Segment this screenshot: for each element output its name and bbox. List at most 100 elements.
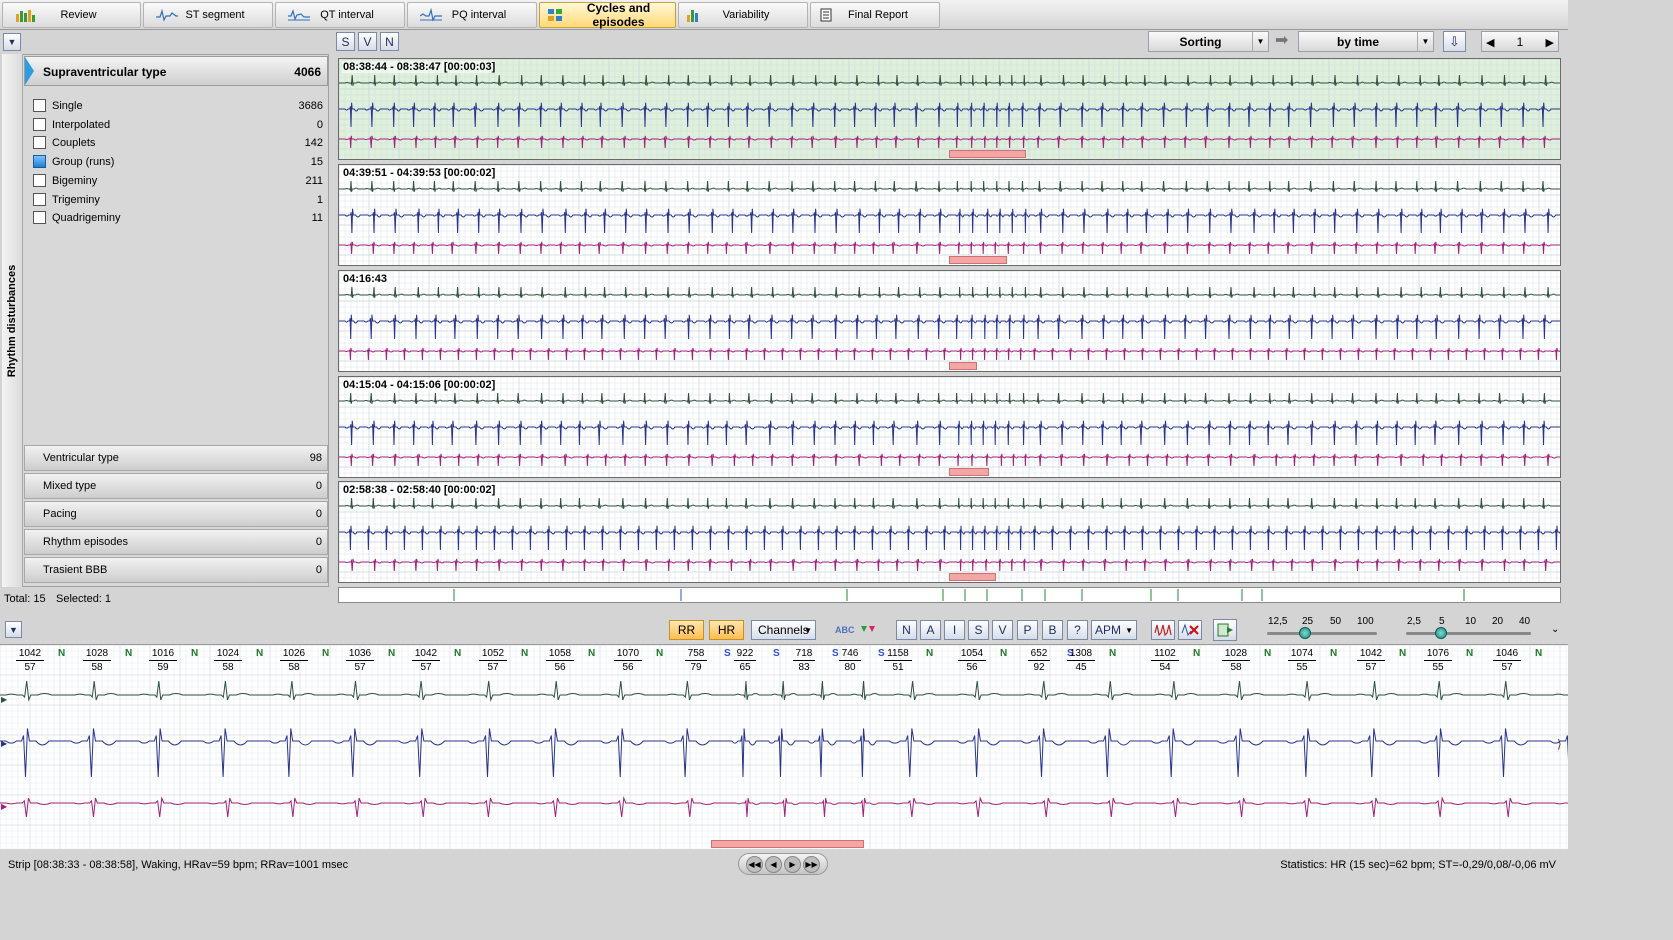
list-item-single[interactable]: Single 3686 (33, 97, 323, 114)
episode-strip-3[interactable]: 04:16:43 (338, 270, 1561, 372)
beat-v-button[interactable]: V (992, 620, 1013, 640)
vertical-tab-rhythm-disturbances[interactable]: Rhythm disturbances (2, 54, 23, 587)
rr-interval-cell: 718 83 (784, 647, 824, 674)
hr-value: 80 (844, 662, 856, 673)
category-rhythm-episodes[interactable]: Rhythm episodes 0 (24, 529, 328, 555)
sort-by-dropdown[interactable]: by time ▼ (1298, 31, 1434, 52)
beat-label[interactable]: N (1466, 648, 1473, 659)
checkbox[interactable] (33, 211, 46, 224)
filter-v-button[interactable]: V (358, 32, 377, 51)
sort-direction-button[interactable]: ⇩ (1443, 31, 1466, 52)
beat-n-button[interactable]: N (896, 620, 917, 640)
next-page-icon[interactable]: ▶ (1546, 36, 1554, 49)
beat-a-button[interactable]: A (920, 620, 941, 640)
channel-3-marker-icon: ▶ (1, 802, 8, 811)
overview-timeline[interactable] (338, 587, 1561, 603)
beat-label[interactable]: N (656, 648, 663, 659)
list-item-couplets[interactable]: Couplets 142 (33, 134, 323, 151)
rr-toggle-button[interactable]: RR (669, 620, 704, 640)
gain-slider[interactable]: 2,5 5 10 20 40 (1401, 614, 1536, 642)
beat-label[interactable]: N (256, 648, 263, 659)
rr-interval-cell: 1024 58 (208, 647, 248, 674)
mark-beats-button[interactable] (1151, 620, 1175, 640)
prev-page-icon[interactable]: ◀ (1486, 36, 1494, 49)
beat-label[interactable]: N (191, 648, 198, 659)
category-ventricular-type[interactable]: Ventricular type 98 (24, 445, 328, 471)
beat-label[interactable]: S (773, 648, 780, 659)
delete-beats-button[interactable] (1178, 620, 1202, 640)
sorting-dropdown[interactable]: Sorting ▼ (1148, 31, 1269, 52)
sorting-label: Sorting (1179, 34, 1222, 49)
checkbox[interactable] (33, 99, 46, 112)
episode-strip-2[interactable]: 04:39:51 - 04:39:53 [00:00:02] (338, 164, 1561, 266)
beat-unknown-button[interactable]: ? (1067, 620, 1088, 640)
beat-label[interactable]: N (454, 648, 461, 659)
beat-label[interactable]: N (1193, 648, 1200, 659)
tab-variability[interactable]: Variability (678, 2, 808, 28)
beat-label[interactable]: N (388, 648, 395, 659)
beat-b-button[interactable]: B (1042, 620, 1063, 640)
collapse-strip-button[interactable]: ▼ (5, 621, 22, 638)
list-item-interpolated[interactable]: Interpolated 0 (33, 116, 323, 133)
beat-label[interactable]: N (1000, 648, 1007, 659)
beat-label[interactable]: N (125, 648, 132, 659)
beat-label[interactable]: N (322, 648, 329, 659)
beat-label[interactable]: N (588, 648, 595, 659)
beat-p-button[interactable]: P (1017, 620, 1038, 640)
abc-labels-toggle[interactable]: ABC (835, 625, 855, 635)
checkbox[interactable] (33, 136, 46, 149)
collapse-top-button[interactable]: ▼ (3, 33, 21, 51)
tab-qt-interval[interactable]: QT interval (275, 2, 405, 28)
playback-controls: ◀◀ ◀ ▶ ▶▶ (738, 853, 828, 875)
episode-strip-1[interactable]: 08:38:44 - 08:38:47 [00:00:03] (338, 58, 1561, 160)
hr-toggle-button[interactable]: HR (709, 620, 744, 640)
episode-strip-5[interactable]: 02:58:38 - 02:58:40 [00:00:02] (338, 481, 1561, 583)
checkbox[interactable] (33, 174, 46, 187)
beat-label[interactable]: N (926, 648, 933, 659)
paper-speed-slider[interactable]: 12,5 25 50 100 (1262, 614, 1382, 642)
list-item-group-runs[interactable]: Group (runs) 15 (33, 153, 323, 170)
checkbox-checked[interactable] (33, 155, 46, 168)
category-count: 0 (315, 564, 322, 576)
list-item-bigeminy[interactable]: Bigeminy 211 (33, 172, 323, 189)
checkbox[interactable] (33, 193, 46, 206)
play-icon[interactable]: ▶ (784, 855, 801, 873)
beat-label[interactable]: N (521, 648, 528, 659)
beat-label[interactable]: N (1330, 648, 1337, 659)
export-strip-button[interactable] (1213, 619, 1237, 641)
beat-i-button[interactable]: I (944, 620, 965, 640)
slider-thumb[interactable] (1435, 627, 1447, 639)
apm-dropdown[interactable]: APM ▼ (1091, 620, 1137, 640)
detailed-ecg-strip[interactable]: 1042 57 N 1028 58 N 1016 59 N 1024 58 N 1026 58 N 1036 5… (0, 644, 1568, 850)
tab-cycles-and-episodes[interactable]: Cycles and episodes (539, 1, 676, 29)
expand-more-icon[interactable]: ⌄ (1551, 624, 1559, 635)
category-pacing[interactable]: Pacing 0 (24, 501, 328, 527)
list-item-trigeminy[interactable]: Trigeminy 1 (33, 191, 323, 208)
beat-label[interactable]: N (1109, 648, 1116, 659)
color-markers-icon[interactable] (860, 624, 876, 636)
channels-dropdown[interactable]: Channels ▼ (751, 620, 816, 640)
forward-fast-icon[interactable]: ▶▶ (803, 855, 820, 873)
rewind-fast-icon[interactable]: ◀◀ (746, 855, 763, 873)
category-mixed-type[interactable]: Mixed type 0 (24, 473, 328, 499)
list-item-quadrigeminy[interactable]: Quadrigeminy 11 (33, 209, 323, 226)
beat-label[interactable]: N (58, 648, 65, 659)
step-back-icon[interactable]: ◀ (765, 855, 782, 873)
slider-thumb[interactable] (1299, 627, 1311, 639)
episode-strip-4[interactable]: 04:15:04 - 04:15:06 [00:00:02] (338, 376, 1561, 478)
beat-label[interactable]: N (1535, 648, 1542, 659)
group-supraventricular-header[interactable]: Supraventricular type 4066 (24, 56, 328, 86)
checkbox[interactable] (33, 118, 46, 131)
category-trasient-bbb[interactable]: Trasient BBB 0 (24, 557, 328, 583)
tab-pq-interval[interactable]: PQ interval (407, 2, 537, 28)
tab-final-report[interactable]: Final Report (810, 2, 940, 28)
filter-s-button[interactable]: S (336, 32, 355, 51)
tab-review[interactable]: Review (2, 2, 141, 28)
beat-label[interactable]: N (1399, 648, 1406, 659)
beat-label[interactable]: N (1264, 648, 1271, 659)
rr-value: 1076 (1423, 647, 1453, 661)
filter-n-button[interactable]: N (380, 32, 399, 51)
rr-value: 922 (733, 647, 757, 661)
beat-s-button[interactable]: S (968, 620, 989, 640)
tab-st-segment[interactable]: ST segment (143, 2, 273, 28)
